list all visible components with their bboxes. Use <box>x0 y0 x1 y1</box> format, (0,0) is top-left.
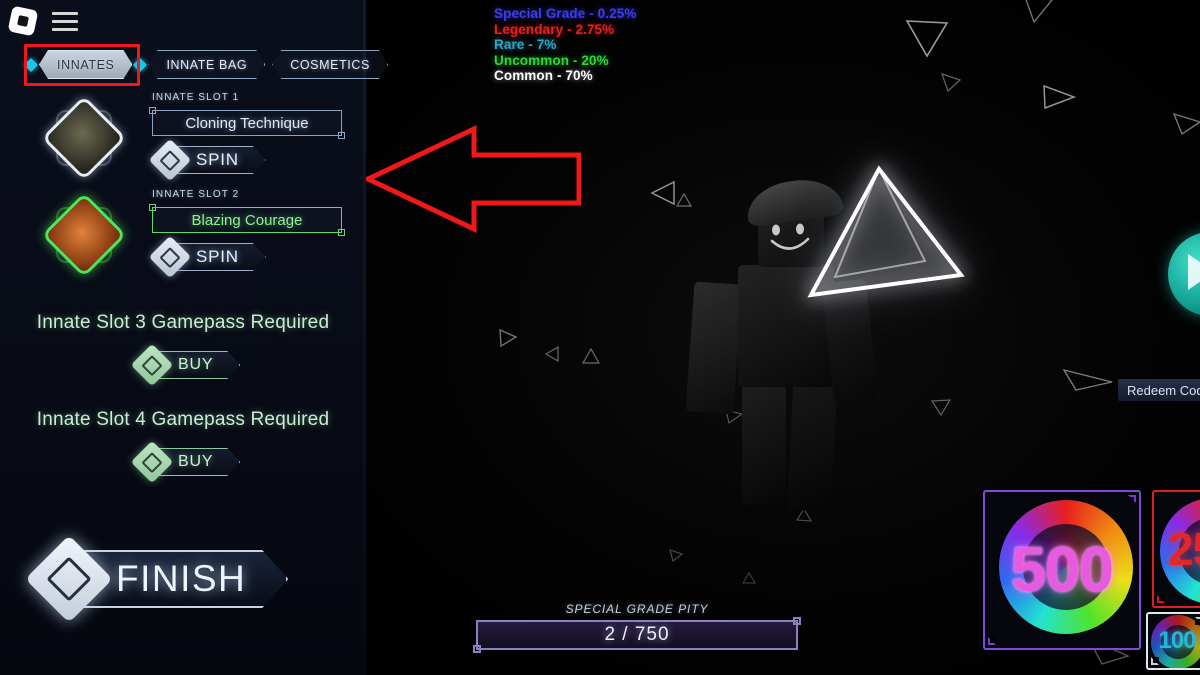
corner-accent <box>338 229 345 236</box>
background-triangle <box>544 345 562 363</box>
corner-accent <box>1128 495 1136 503</box>
innate-slot-2-icon[interactable] <box>41 192 127 278</box>
corner-accent <box>793 617 801 625</box>
spin-diamond-icon <box>148 235 192 279</box>
innate-slot-2-spin-button[interactable]: SPIN <box>148 235 266 279</box>
gamepass-amount: 25 <box>1168 523 1200 575</box>
corner-accent <box>988 637 996 645</box>
innate-slot-2-name: Blazing Courage <box>149 204 345 236</box>
corner-accent <box>1195 617 1200 625</box>
innate-slot-2-label: INNATE SLOT 2 <box>152 189 240 200</box>
hamburger-menu-icon[interactable] <box>52 11 78 31</box>
background-triangle <box>498 328 518 348</box>
innate-slot-1-label: INNATE SLOT 1 <box>152 92 240 103</box>
redeem-code-label: Redeem Code <box>1127 382 1200 398</box>
gamepass-4-buy-button[interactable]: BUY <box>130 440 240 484</box>
gamepass-4-text: Innate Slot 4 Gamepass Required <box>36 409 330 430</box>
corner-accent <box>149 107 156 114</box>
legend-row-legendary: Legendary - 2.75% <box>494 21 615 37</box>
corner-accent <box>1151 657 1159 665</box>
background-triangle <box>940 72 962 93</box>
tab-innate-bag[interactable]: INNATE BAG <box>148 50 265 79</box>
background-triangle <box>1062 368 1114 392</box>
background-triangle <box>650 180 676 206</box>
icon-diamond <box>41 192 127 278</box>
finish-label: FINISH <box>80 550 288 608</box>
tab-diamond-icon <box>133 57 148 72</box>
gamepass-card-100[interactable]: 100 <box>1146 612 1200 670</box>
cloning-technique-art <box>41 95 127 181</box>
roblox-logo-icon[interactable] <box>7 5 39 37</box>
background-triangle <box>742 572 756 584</box>
glowing-triangle-effect <box>807 165 965 298</box>
tab-bar: INNATES INNATE BAG COSMETICS <box>23 50 388 79</box>
gamepass-3-text: Innate Slot 3 Gamepass Required <box>36 312 330 333</box>
finish-button[interactable]: FINISH <box>25 535 288 623</box>
corner-accent <box>1157 595 1165 603</box>
play-triangle-icon <box>1188 254 1200 290</box>
innate-slot-1-icon[interactable] <box>41 95 127 181</box>
gamepass-3-buy-button[interactable]: BUY <box>130 343 240 387</box>
pity-caption: SPECIAL GRADE PITY <box>565 602 709 616</box>
buy-diamond-icon <box>130 343 174 387</box>
background-triangle <box>1172 112 1200 136</box>
tab-label: INNATES <box>57 57 115 72</box>
background-triangle <box>905 18 949 58</box>
tab-innates[interactable]: INNATES <box>39 50 132 79</box>
corner-accent <box>338 132 345 139</box>
rarity-legend: Special Grade - 0.25% Legendary - 2.75% … <box>494 6 636 84</box>
pity-progress-bar: 2 / 750 <box>473 617 801 653</box>
gamepass-card-500[interactable]: 500 <box>983 490 1141 650</box>
background-triangle <box>1020 0 1054 24</box>
innate-slot-1-spin-button[interactable]: SPIN <box>148 138 266 182</box>
spin-diamond-icon <box>148 138 192 182</box>
legend-row-common: Common - 70% <box>494 68 593 84</box>
roblox-topbar <box>7 5 78 37</box>
tab-label: INNATE BAG <box>166 57 248 72</box>
innate-slot-1-name: Cloning Technique <box>149 107 345 139</box>
corner-accent <box>473 645 481 653</box>
legend-row-rare: Rare - 7% <box>494 37 557 53</box>
corner-accent <box>149 204 156 211</box>
blazing-courage-art <box>41 192 127 278</box>
background-triangle <box>581 347 601 364</box>
tab-cosmetics[interactable]: COSMETICS <box>272 50 388 79</box>
gamepass-amount: 500 <box>1010 535 1114 605</box>
legend-row-special-grade: Special Grade - 0.25% <box>494 6 637 21</box>
gamepass-card-25[interactable]: 25 <box>1152 490 1200 608</box>
tab-label: COSMETICS <box>290 57 370 72</box>
pity-value: 2 / 750 <box>604 624 670 645</box>
buy-diamond-icon <box>130 440 174 484</box>
red-arrow-annotation <box>366 125 581 233</box>
finish-diamond-icon <box>25 535 113 623</box>
special-grade-pity: SPECIAL GRADE PITY 2 / 750 <box>473 602 801 653</box>
background-triangle <box>1042 84 1077 110</box>
innate-name-text: Cloning Technique <box>185 114 309 132</box>
tab-diamond-icon <box>23 57 39 72</box>
redeem-code-button[interactable]: Redeem Code <box>1118 379 1200 401</box>
icon-diamond <box>41 95 127 181</box>
game-screen: Special Grade - 0.25% Legendary - 2.75% … <box>0 0 1200 675</box>
innate-name-text: Blazing Courage <box>191 211 303 229</box>
innates-panel: INNATES INNATE BAG COSMETICS INNATE SLOT… <box>0 0 366 675</box>
background-triangle <box>668 548 684 562</box>
legend-row-uncommon: Uncommon - 20% <box>494 52 609 68</box>
